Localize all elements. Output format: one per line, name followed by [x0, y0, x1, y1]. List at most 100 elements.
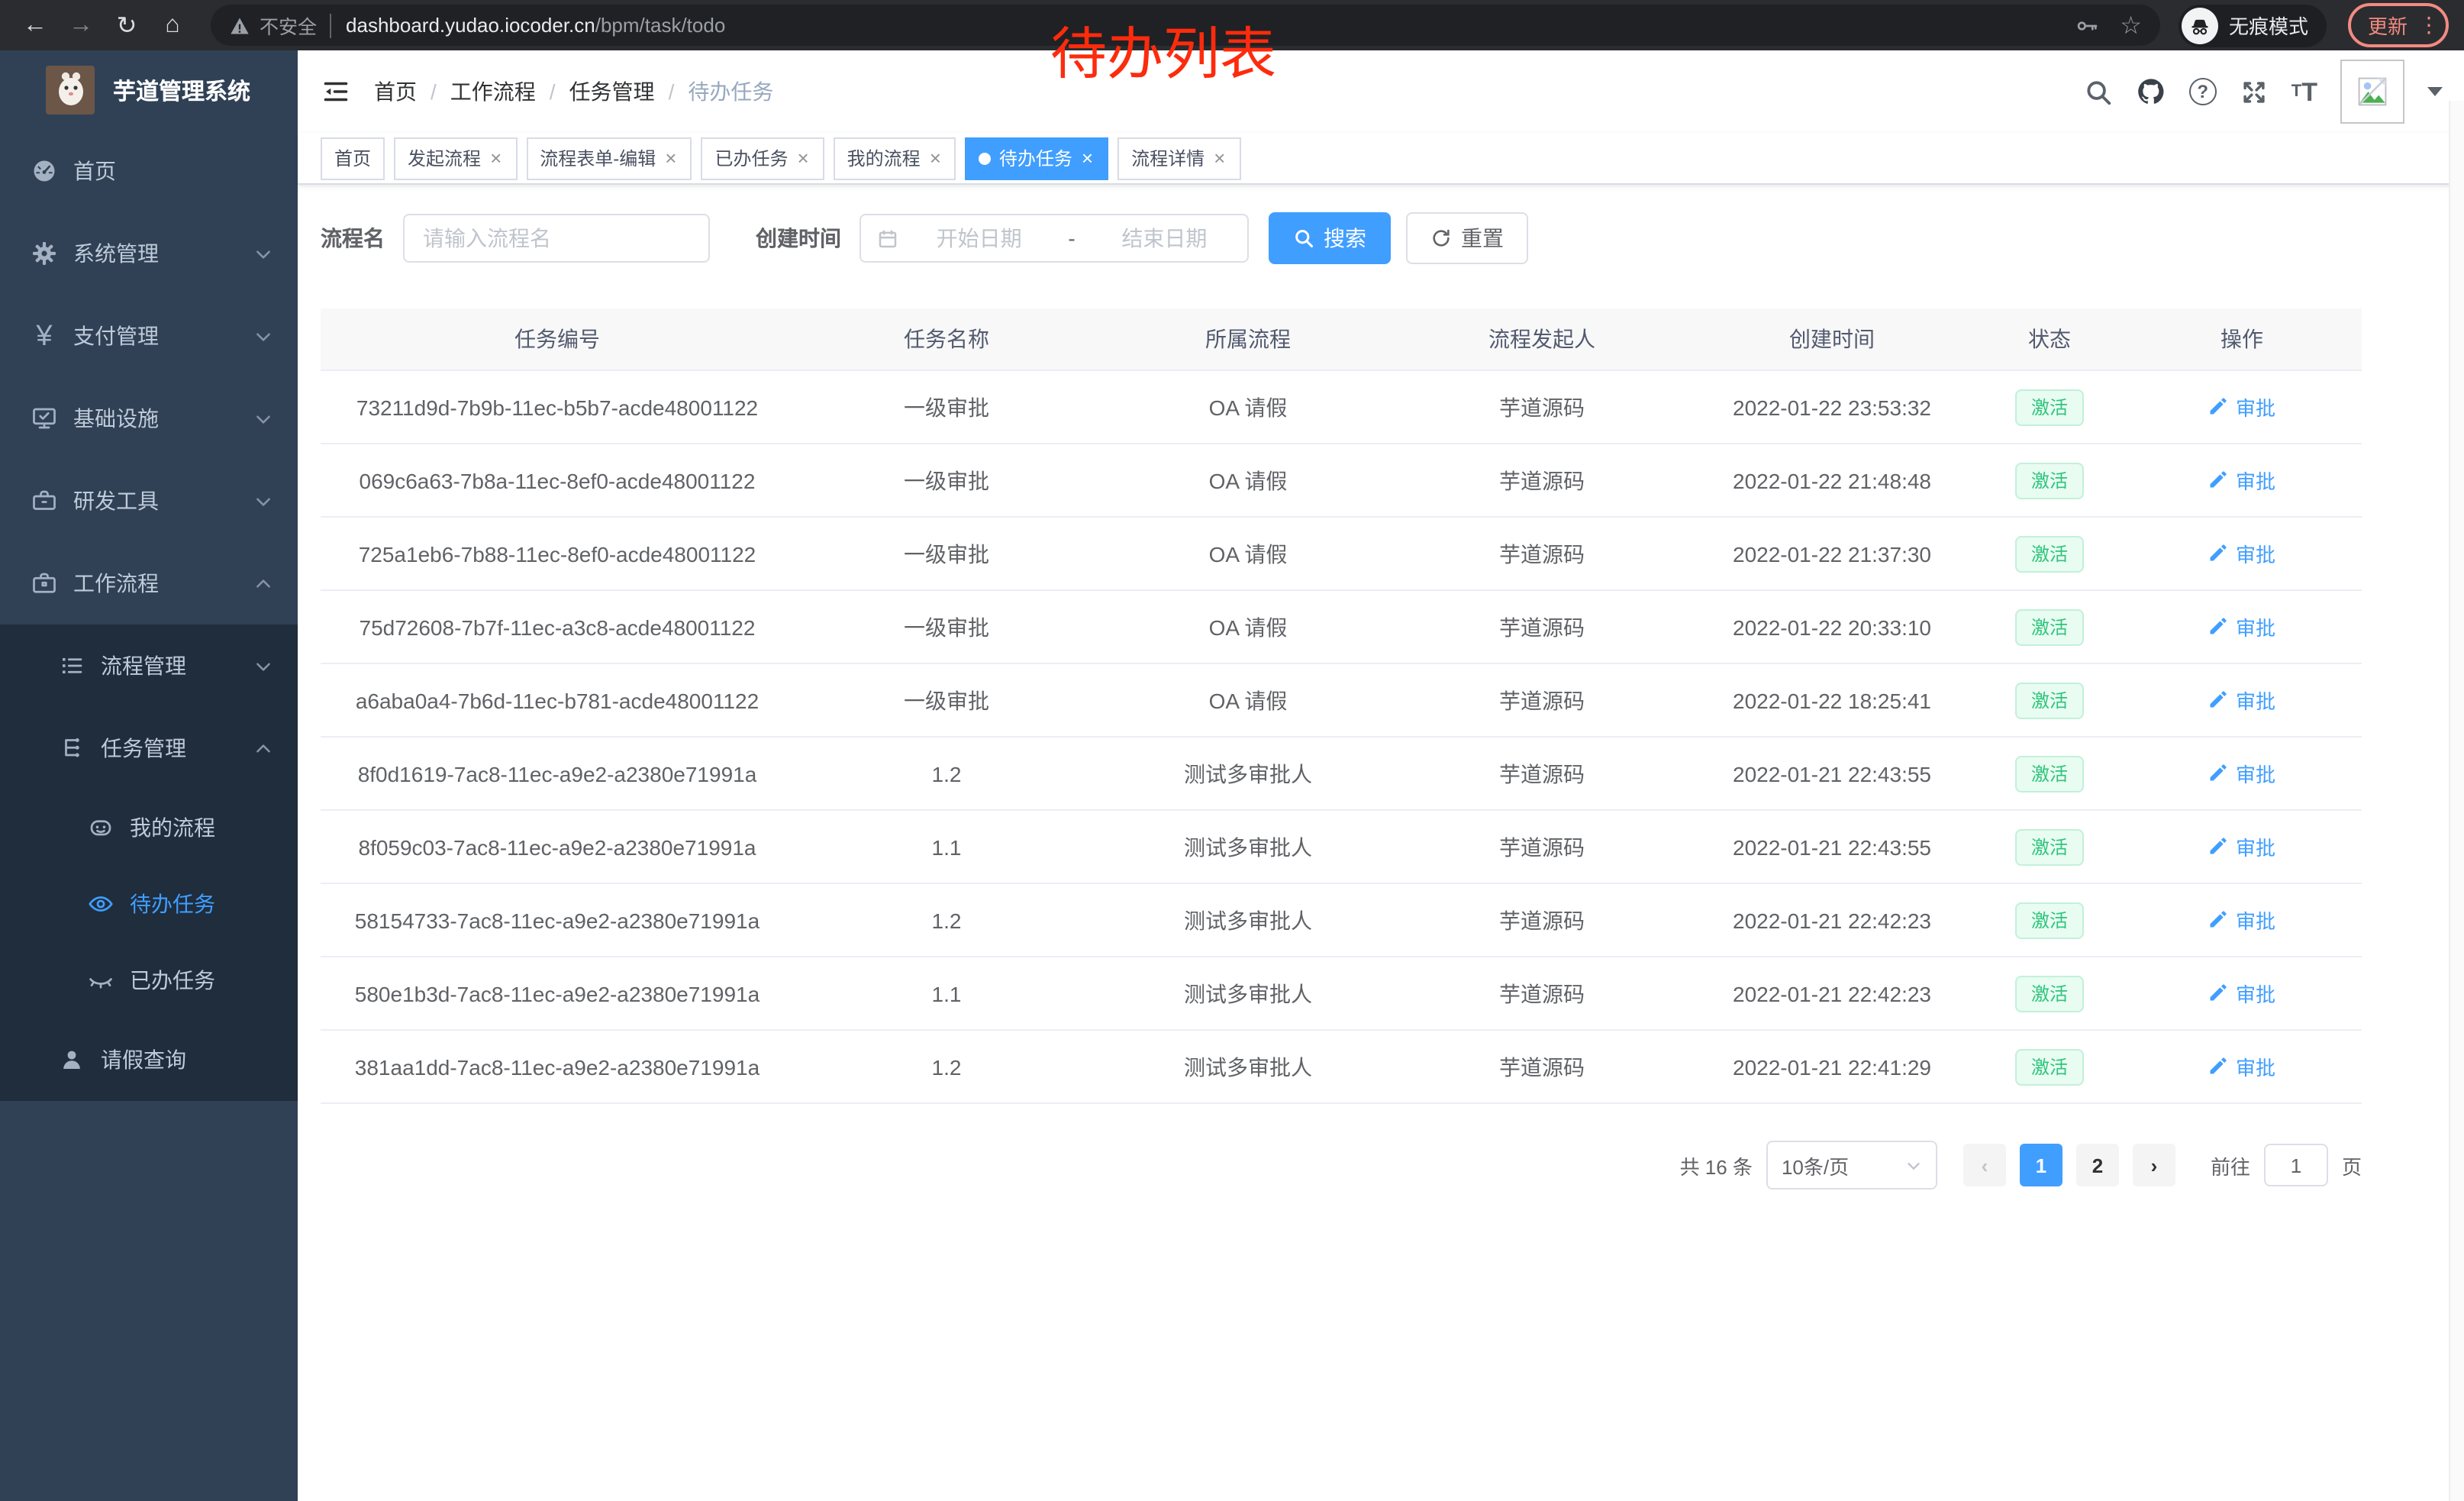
- tab-待办任务[interactable]: 待办任务 ×: [966, 137, 1108, 179]
- sidebar-item-devtools[interactable]: 研发工具: [0, 460, 298, 542]
- process-name-input[interactable]: 请输入流程名: [403, 214, 710, 263]
- cell-status: 激活: [1977, 663, 2122, 737]
- page-button-1[interactable]: 1: [2020, 1144, 2062, 1186]
- date-range-input[interactable]: 开始日期 - 结束日期: [859, 214, 1249, 263]
- range-separator: -: [1068, 226, 1075, 250]
- sidebar-item-process-mgmt[interactable]: 流程管理: [0, 625, 298, 707]
- table-row: 725a1eb6-7b88-11ec-8ef0-acde48001122一级审批…: [321, 517, 2362, 590]
- edit-pencil-icon: [2208, 470, 2230, 491]
- cell-action: 审批: [2122, 883, 2362, 957]
- breadcrumb-item[interactable]: 首页: [374, 76, 417, 107]
- next-page-button[interactable]: ›: [2133, 1144, 2175, 1186]
- calendar-icon: [876, 227, 899, 250]
- tab-label: 待办任务: [999, 145, 1072, 171]
- reset-button[interactable]: 重置: [1406, 212, 1528, 264]
- search-icon[interactable]: [2084, 77, 2113, 106]
- robot-icon: [87, 814, 114, 841]
- approve-link[interactable]: 审批: [2208, 466, 2275, 495]
- key-icon[interactable]: [2074, 13, 2098, 37]
- sidebar-item-my-process[interactable]: 我的流程: [0, 789, 298, 866]
- back-icon[interactable]: ←: [15, 5, 55, 45]
- sidebar-item-home[interactable]: 首页: [0, 130, 298, 212]
- goto-page-input[interactable]: 1: [2264, 1144, 2328, 1186]
- tab-首页[interactable]: 首页: [321, 137, 385, 179]
- github-icon[interactable]: [2136, 76, 2166, 107]
- tab-流程详情[interactable]: 流程详情 ×: [1118, 137, 1240, 179]
- cell-action: 审批: [2122, 737, 2362, 810]
- sidebar-item-done-task[interactable]: 已办任务: [0, 942, 298, 1018]
- cell-action: 审批: [2122, 370, 2362, 444]
- approve-link[interactable]: 审批: [2208, 979, 2275, 1008]
- font-size-icon[interactable]: TT: [2291, 79, 2317, 105]
- tab-close-icon[interactable]: ×: [1080, 148, 1095, 168]
- breadcrumb-item[interactable]: 工作流程: [450, 76, 536, 107]
- page-scrollbar[interactable]: [2449, 101, 2464, 1501]
- sidebar-item-todo-task[interactable]: 待办任务: [0, 866, 298, 942]
- tab-close-icon[interactable]: ×: [489, 148, 503, 168]
- collapse-sidebar-icon[interactable]: [322, 78, 350, 105]
- cell-time: 2022-01-22 20:33:10: [1687, 590, 1977, 663]
- cell-time: 2022-01-22 18:25:41: [1687, 663, 1977, 737]
- sidebar-item-infra[interactable]: 基础设施: [0, 377, 298, 460]
- cell-starter: 芋道源码: [1397, 737, 1687, 810]
- avatar[interactable]: [2340, 60, 2404, 124]
- table-row: 58154733-7ac8-11ec-a9e2-a2380e71991a1.2测…: [321, 883, 2362, 957]
- page-button-2[interactable]: 2: [2076, 1144, 2119, 1186]
- tab-label: 发起流程: [408, 145, 481, 171]
- tab-close-icon[interactable]: ×: [663, 148, 678, 168]
- sidebar: 芋道管理系统 首页系统管理¥支付管理基础设施研发工具工作流程流程管理任务管理我的…: [0, 50, 298, 1501]
- home-icon[interactable]: ⌂: [153, 5, 192, 45]
- bookmark-star-icon[interactable]: ☆: [2120, 10, 2142, 40]
- cell-action: 审批: [2122, 1030, 2362, 1103]
- sidebar-item-workflow[interactable]: 工作流程: [0, 542, 298, 625]
- cell-status: 激活: [1977, 444, 2122, 517]
- approve-link[interactable]: 审批: [2208, 832, 2275, 861]
- page-size-select[interactable]: 10条/页: [1766, 1141, 1937, 1190]
- tab-已办任务[interactable]: 已办任务×: [701, 137, 824, 179]
- cell-process: OA 请假: [1099, 444, 1397, 517]
- tags-view-bar: 首页发起流程×流程表单-编辑×已办任务×我的流程×待办任务×流程详情×: [298, 133, 2464, 185]
- approve-link[interactable]: 审批: [2208, 392, 2275, 421]
- orgtree-icon: [58, 734, 85, 762]
- approve-link[interactable]: 审批: [2208, 905, 2275, 934]
- tab-close-icon[interactable]: ×: [795, 148, 810, 168]
- prev-page-button[interactable]: ‹: [1963, 1144, 2006, 1186]
- sidebar-item-task-mgmt[interactable]: 任务管理: [0, 707, 298, 789]
- tab-close-icon[interactable]: ×: [1212, 148, 1227, 168]
- help-icon[interactable]: ?: [2189, 78, 2217, 105]
- tab-流程表单-编辑[interactable]: 流程表单-编辑×: [526, 137, 692, 179]
- cell-name: 1.2: [794, 883, 1099, 957]
- approve-link[interactable]: 审批: [2208, 1052, 2275, 1081]
- cell-action: 审批: [2122, 590, 2362, 663]
- breadcrumb-item[interactable]: 任务管理: [569, 76, 655, 107]
- sidebar-item-leave-query[interactable]: 请假查询: [0, 1018, 298, 1101]
- fullscreen-icon[interactable]: [2240, 77, 2269, 106]
- sidebar-item-payment[interactable]: ¥支付管理: [0, 295, 298, 377]
- search-button[interactable]: 搜索: [1269, 212, 1391, 264]
- tab-label: 流程详情: [1131, 145, 1205, 171]
- filter-form: 流程名 请输入流程名 创建时间 开始日期 - 结束日期 搜索: [321, 212, 2362, 264]
- chevron-down-icon: [253, 656, 273, 676]
- tab-我的流程[interactable]: 我的流程×: [834, 137, 956, 179]
- sidebar-item-system[interactable]: 系统管理: [0, 212, 298, 295]
- update-button[interactable]: 更新 ⋮: [2348, 3, 2449, 47]
- approve-link[interactable]: 审批: [2208, 612, 2275, 641]
- avatar-caret-icon[interactable]: [2427, 87, 2443, 96]
- tab-发起流程[interactable]: 发起流程 ×: [394, 137, 517, 179]
- approve-link[interactable]: 审批: [2208, 686, 2275, 715]
- yen-icon: ¥: [31, 322, 58, 350]
- cell-time: 2022-01-21 22:43:55: [1687, 810, 1977, 883]
- approve-link[interactable]: 审批: [2208, 759, 2275, 788]
- browser-menu-icon[interactable]: ⋮: [2418, 12, 2440, 38]
- cell-name: 一级审批: [794, 663, 1099, 737]
- tab-close-icon[interactable]: ×: [928, 148, 943, 168]
- forward-icon[interactable]: →: [61, 5, 101, 45]
- cell-action: 审批: [2122, 957, 2362, 1030]
- app-shell: 芋道管理系统 首页系统管理¥支付管理基础设施研发工具工作流程流程管理任务管理我的…: [0, 50, 2464, 1501]
- table-row: 8f0d1619-7ac8-11ec-a9e2-a2380e71991a1.2测…: [321, 737, 2362, 810]
- chevron-down-icon: [253, 326, 273, 346]
- reload-icon[interactable]: ↻: [107, 5, 147, 45]
- cell-status: 激活: [1977, 737, 2122, 810]
- logo-row[interactable]: 芋道管理系统: [0, 50, 298, 130]
- approve-link[interactable]: 审批: [2208, 539, 2275, 568]
